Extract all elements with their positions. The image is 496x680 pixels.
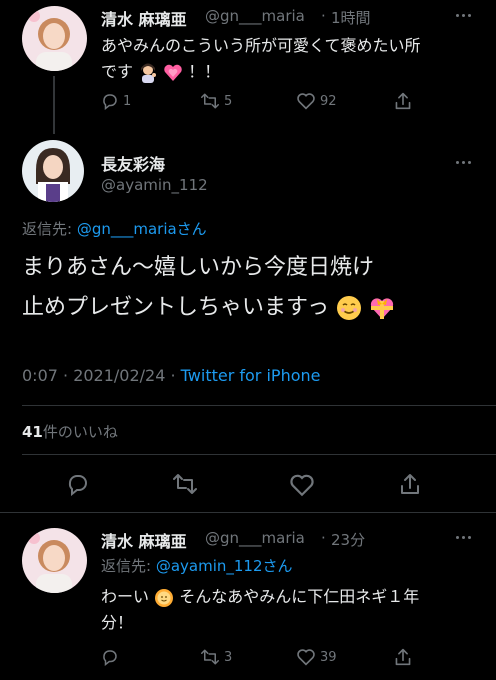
user-handle[interactable]: @gn___maria xyxy=(205,7,305,25)
divider xyxy=(22,405,496,406)
tweet-2-focused[interactable]: 長友彩海 @ayamin_112 返信先: @gn___mariaさん まりあさ… xyxy=(0,134,496,514)
reply-to-line: 返信先: @ayamin_112さん xyxy=(101,555,293,576)
like-button[interactable]: 92 xyxy=(296,92,337,110)
display-name[interactable]: 清水 麻璃亜 xyxy=(101,6,187,30)
heart-icon xyxy=(290,474,314,497)
reply-to-prefix: 返信先: xyxy=(101,557,156,575)
tweet-time[interactable]: 23分 xyxy=(331,529,365,550)
tweet-time[interactable]: 1時間 xyxy=(331,7,371,28)
tweet-text-line: あやみんのこういう所が可愛くて褒めたい所 xyxy=(101,36,421,55)
reply-button[interactable] xyxy=(101,648,123,666)
tweet-text-fragment: です xyxy=(101,62,134,81)
share-button[interactable] xyxy=(399,471,421,501)
tweet-1[interactable]: 清水 麻璃亜 @gn___maria · 1時間 あやみんのこういう所が可愛くて… xyxy=(0,0,496,134)
tweet-text-fragment: そんなあやみんに下仁田ネギ１年 xyxy=(179,587,420,606)
tweet-text-line: 分！ xyxy=(101,613,134,632)
smiling-face-icon xyxy=(337,296,362,320)
share-icon xyxy=(395,648,411,666)
tweet-text-line: わーい そんなあやみんに下仁田ネギ１年 xyxy=(101,584,481,610)
display-name[interactable]: 清水 麻璃亜 xyxy=(101,528,187,552)
like-count: 39 xyxy=(320,649,337,665)
share-icon xyxy=(401,474,419,494)
reply-icon xyxy=(103,94,117,110)
more-options-icon[interactable] xyxy=(456,161,471,164)
tweet-text-line: まりあさん〜嬉しいから今度日焼け xyxy=(22,255,375,280)
like-button[interactable]: 39 xyxy=(296,648,337,666)
separator-dot: · xyxy=(321,7,326,25)
more-options-icon[interactable] xyxy=(456,14,471,17)
tweet-text-line: です ！！ xyxy=(101,59,481,85)
tweet-text: まりあさん〜嬉しいから今度日焼け 止めプレゼントしちゃいますっ xyxy=(22,248,482,328)
tweet-client-link[interactable]: Twitter for iPhone xyxy=(181,366,321,385)
like-button[interactable] xyxy=(289,473,315,501)
tweet-text: あやみんのこういう所が可愛くて褒めたい所 です ！！ xyxy=(101,33,481,85)
separator-dot: · xyxy=(321,529,326,547)
reply-to-prefix: 返信先: xyxy=(22,220,77,238)
tweet-text-fragment: 止めプレゼントしちゃいますっ xyxy=(22,295,330,320)
reply-count: 1 xyxy=(123,93,132,109)
avatar[interactable] xyxy=(22,528,87,593)
share-button[interactable] xyxy=(394,91,412,111)
like-count: 92 xyxy=(320,93,337,109)
tweet-3-reply[interactable]: 清水 麻璃亜 @gn___maria · 23分 返信先: @ayamin_11… xyxy=(0,514,496,680)
retweet-icon xyxy=(201,649,219,665)
retweet-button[interactable]: 5 xyxy=(200,92,232,110)
likes-summary-label: 件のいいね xyxy=(42,423,118,441)
tweet-text: わーい そんなあやみんに下仁田ネギ１年 分！ xyxy=(101,584,481,636)
share-icon xyxy=(395,92,411,110)
divider xyxy=(0,512,496,513)
reply-to-line: 返信先: @gn___mariaさん xyxy=(22,218,207,239)
sun-with-face-icon xyxy=(155,588,174,607)
reply-icon xyxy=(68,475,87,497)
avatar[interactable] xyxy=(22,6,87,71)
retweet-icon xyxy=(201,93,219,109)
reply-icon xyxy=(103,650,117,666)
likes-summary[interactable]: 41件のいいね xyxy=(22,421,118,442)
share-button[interactable] xyxy=(394,647,412,667)
retweet-count: 3 xyxy=(224,649,233,665)
likes-summary-count: 41 xyxy=(22,423,43,441)
woman-tipping-hand-icon xyxy=(141,63,157,83)
reply-to-link[interactable]: @ayamin_112さん xyxy=(156,557,293,575)
reply-thread-line xyxy=(53,76,55,134)
divider xyxy=(22,454,496,455)
heart-with-ribbon-icon xyxy=(371,298,394,319)
tweet-text-fragment: ！！ xyxy=(188,62,221,81)
growing-heart-icon xyxy=(164,64,182,81)
user-handle[interactable]: @ayamin_112 xyxy=(101,176,208,194)
avatar[interactable] xyxy=(22,140,84,202)
retweet-button[interactable] xyxy=(172,472,198,500)
tweet-text-fragment: わーい xyxy=(101,587,150,606)
display-name[interactable]: 長友彩海 xyxy=(101,151,165,175)
tweet-timestamp[interactable]: 0:07 · 2021/02/24 · xyxy=(22,366,181,385)
reply-button[interactable]: 1 xyxy=(101,92,131,110)
heart-icon xyxy=(297,93,315,110)
more-options-icon[interactable] xyxy=(456,536,471,539)
reply-button[interactable] xyxy=(66,472,90,500)
tweet-meta: 0:07 · 2021/02/24 · Twitter for iPhone xyxy=(22,366,320,385)
retweet-button[interactable]: 3 xyxy=(200,648,232,666)
user-handle[interactable]: @gn___maria xyxy=(205,529,305,547)
reply-to-link[interactable]: @gn___mariaさん xyxy=(77,220,207,238)
retweet-count: 5 xyxy=(224,93,233,109)
tweet-text-line: 止めプレゼントしちゃいますっ xyxy=(22,288,482,328)
heart-icon xyxy=(297,649,315,666)
retweet-icon xyxy=(173,474,197,494)
